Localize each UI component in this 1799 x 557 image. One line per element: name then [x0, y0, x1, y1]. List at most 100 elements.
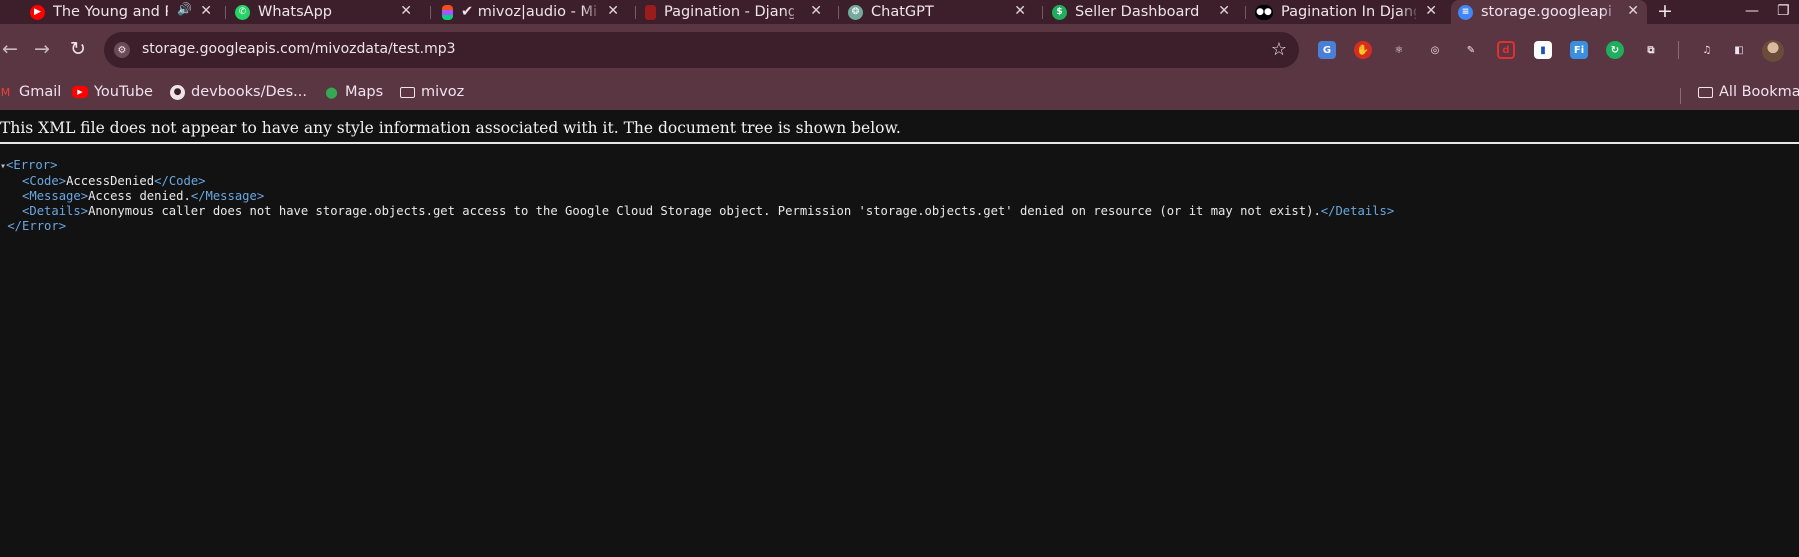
tab-title: ChatGPT: [871, 4, 934, 20]
tab-separator: [635, 6, 636, 19]
gmail-icon: M: [0, 85, 11, 99]
tab-strip: ▶ The Young and P 🔊 ✕ ✆ WhatsApp ✕ ✔ miv…: [0, 0, 1799, 24]
folder-icon: [400, 85, 415, 100]
chatgpt-icon: ❂: [848, 4, 863, 20]
react-devtools-icon[interactable]: ⚛: [1390, 41, 1408, 59]
tab-title: ✔ mivoz|audio - Miv: [461, 4, 596, 20]
browser-toolbar: ← → ↻ ⚙ storage.googleapis.com/mivozdata…: [0, 24, 1799, 78]
tab-title: The Young and P: [53, 4, 168, 20]
speaker-icon[interactable]: 🔊: [177, 2, 192, 16]
tab-fade: [581, 0, 603, 24]
color-picker-icon[interactable]: ✎: [1462, 41, 1480, 59]
bookmark-label: devbooks/Des...: [191, 84, 307, 100]
tab-separator: [225, 6, 226, 19]
tab-title: storage.googleapis: [1481, 4, 1611, 20]
forward-arrow-icon[interactable]: →: [34, 38, 50, 60]
close-icon[interactable]: ✕: [810, 3, 822, 19]
xml-close-tag: </Error>: [7, 219, 67, 233]
bookmark-maps[interactable]: ⬤ Maps: [324, 84, 383, 100]
xml-close-tag: </Code>: [154, 174, 206, 188]
tab-storage-active[interactable]: ≡ storage.googleapis ✕: [1451, 0, 1647, 24]
reload-icon[interactable]: ↻: [70, 38, 86, 60]
bookmark-folder-mivoz[interactable]: mivoz: [400, 84, 464, 100]
tab-youtube[interactable]: ▶ The Young and P 🔊 ✕: [30, 0, 220, 24]
close-icon[interactable]: ✕: [1425, 3, 1437, 19]
bookmark-star-icon[interactable]: ☆: [1271, 39, 1287, 60]
tab-separator: [1042, 6, 1043, 19]
grammarly-icon[interactable]: ↻: [1606, 41, 1624, 59]
seller-icon: $: [1052, 4, 1067, 20]
page-content: This XML file does not appear to have an…: [0, 110, 1799, 557]
tab-title: Seller Dashboard: [1075, 4, 1200, 20]
bookmark-youtube[interactable]: ▶ YouTube: [72, 84, 153, 100]
close-icon[interactable]: ✕: [200, 3, 212, 19]
tab-whatsapp[interactable]: ✆ WhatsApp ✕: [235, 0, 420, 24]
bookmark-label: mivoz: [421, 84, 465, 100]
pdf-extension-icon[interactable]: d: [1497, 41, 1515, 59]
fi-extension-icon[interactable]: Fi: [1570, 41, 1588, 59]
youtube-icon: ▶: [30, 4, 45, 20]
bookmark-label: Gmail: [19, 84, 62, 100]
site-settings-icon[interactable]: ⚙: [114, 42, 130, 58]
tab-fade: [1399, 0, 1421, 24]
figma-icon: [442, 4, 453, 20]
tab-medium[interactable]: ●● Pagination In Djang ✕: [1255, 0, 1445, 24]
xml-open-tag: <Code>: [22, 174, 67, 188]
url-text[interactable]: storage.googleapis.com/mivozdata/test.mp…: [142, 41, 456, 57]
bookmark-label: YouTube: [94, 84, 153, 100]
xml-close-tag: </Message>: [190, 189, 265, 203]
tab-title: WhatsApp: [258, 4, 332, 20]
close-icon[interactable]: ✕: [607, 3, 619, 19]
tab-title: Pagination In Djang: [1281, 4, 1416, 20]
whatsapp-icon: ✆: [235, 4, 250, 20]
divider: [0, 142, 1799, 144]
bookmark-label: Maps: [345, 84, 384, 100]
avatar[interactable]: [1762, 40, 1784, 62]
side-panel-icon[interactable]: ◧: [1730, 41, 1748, 59]
new-tab-button[interactable]: +: [1657, 0, 1673, 22]
minimize-icon[interactable]: —: [1745, 0, 1759, 22]
adblock-extension-icon[interactable]: ✋: [1354, 41, 1372, 59]
tab-figma[interactable]: ✔ mivoz|audio - Miv ✕: [442, 0, 627, 24]
toolbar-separator: [1678, 41, 1679, 59]
tab-fade: [784, 0, 806, 24]
folder-icon: [1698, 85, 1713, 100]
tab-django[interactable]: Pagination - Djang ✕: [645, 0, 830, 24]
medium-icon: ●●: [1255, 4, 1273, 20]
all-bookmarks-button[interactable]: All Bookma: [1698, 84, 1799, 100]
xml-open-tag: <Details>: [22, 204, 89, 218]
xml-tree: ▾<Error> <Code>AccessDenied</Code> <Mess…: [0, 158, 1394, 234]
tab-separator: [838, 6, 839, 19]
colorful-extension-icon[interactable]: ▮: [1534, 41, 1552, 59]
globe-icon: ≡: [1458, 4, 1473, 20]
close-icon[interactable]: ✕: [1218, 3, 1230, 19]
media-control-icon[interactable]: ♫: [1698, 41, 1716, 59]
all-bookmarks-label: All Bookma: [1719, 84, 1799, 100]
bookmarks-bar: M Gmail ▶ YouTube ● devbooks/Des... ⬤ Ma…: [0, 78, 1799, 110]
tab-separator: [430, 6, 431, 19]
tab-fade: [1601, 0, 1623, 24]
xml-info-message: This XML file does not appear to have an…: [0, 119, 901, 137]
close-icon[interactable]: ✕: [1014, 3, 1026, 19]
target-extension-icon[interactable]: ◎: [1426, 41, 1444, 59]
puzzle-extensions-icon[interactable]: ⧉: [1642, 41, 1660, 59]
back-arrow-icon[interactable]: ←: [2, 38, 18, 60]
xml-message-value: Access denied.: [88, 189, 191, 203]
tab-separator: [1245, 6, 1246, 19]
close-icon[interactable]: ✕: [400, 3, 412, 19]
tab-seller-dashboard[interactable]: $ Seller Dashboard ✕: [1052, 0, 1238, 24]
bookmark-github[interactable]: ● devbooks/Des...: [170, 84, 307, 100]
django-icon: [645, 4, 656, 20]
close-icon[interactable]: ✕: [1627, 3, 1639, 19]
xml-code-value: AccessDenied: [66, 174, 155, 188]
bookmarks-separator: [1680, 88, 1681, 104]
restore-icon[interactable]: ❐: [1777, 0, 1790, 22]
tab-chatgpt[interactable]: ❂ ChatGPT ✕: [848, 0, 1034, 24]
xml-open-tag: <Message>: [22, 189, 89, 203]
translate-extension-icon[interactable]: G: [1318, 41, 1336, 59]
tab-title: Pagination - Djang: [664, 4, 794, 20]
xml-details-value: Anonymous caller does not have storage.o…: [88, 204, 1321, 218]
address-bar[interactable]: ⚙ storage.googleapis.com/mivozdata/test.…: [104, 32, 1299, 68]
bookmark-gmail[interactable]: M Gmail: [0, 84, 62, 100]
youtube-icon: ▶: [72, 86, 88, 98]
